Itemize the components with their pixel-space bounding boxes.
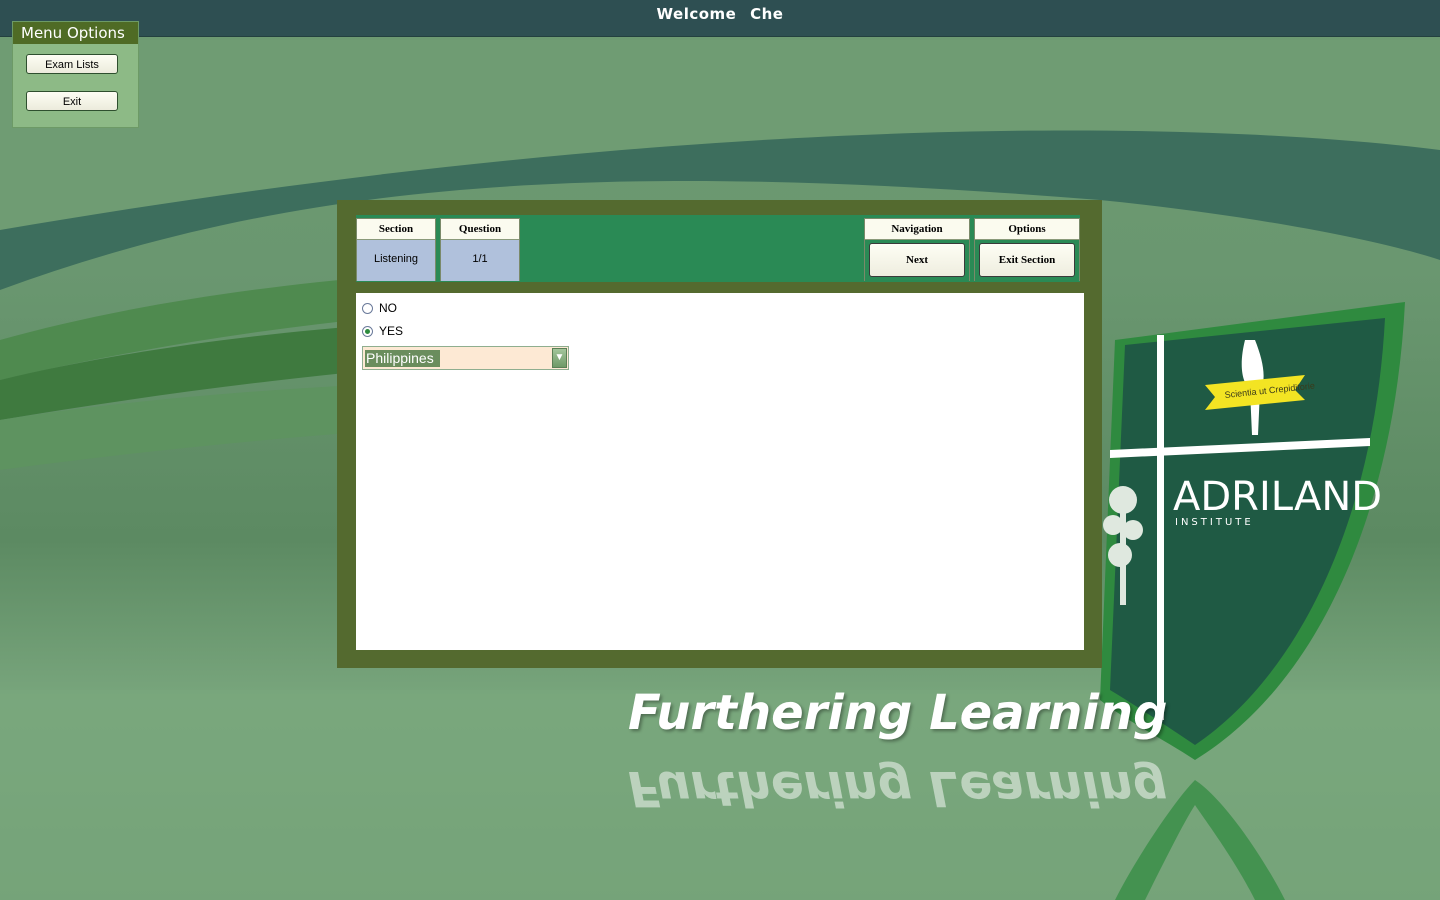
radio-yes[interactable] [362,325,373,337]
dropdown-selected-value: Philippines [365,350,440,367]
next-button[interactable]: Next [869,243,965,277]
answer-option-yes-label: YES [379,324,404,338]
navigation-label: Navigation [865,219,969,240]
exam-lists-button[interactable]: Exam Lists [26,54,118,74]
options-label: Options [975,219,1079,240]
exit-section-button[interactable]: Exit Section [979,243,1075,277]
top-bar: Welcome Che [0,0,1440,37]
logo-name: ADRILAND [1173,474,1382,520]
country-dropdown[interactable]: Philippines ▼ [362,346,569,370]
section-box: Section Listening [356,218,436,281]
question-box: Question 1/1 [440,218,520,281]
section-value: Listening [357,240,435,281]
radio-no[interactable] [362,302,373,314]
logo-sub: INSTITUTE [1175,517,1254,528]
answer-area: NO YES Philippines ▼ [356,293,1084,650]
answer-option-no[interactable]: NO [362,301,397,315]
exit-button[interactable]: Exit [26,91,118,111]
menu-title: Menu Options [13,22,138,44]
question-label: Question [441,219,519,240]
answer-option-yes[interactable]: YES [362,324,403,338]
menu-options-panel: Menu Options Exam Lists Exit [12,21,139,128]
welcome-label: Welcome [656,5,737,23]
user-name: Che [750,5,784,23]
answer-option-no-label: NO [379,301,397,315]
welcome-text: Welcome Che [0,5,1440,23]
chevron-down-icon[interactable]: ▼ [552,348,567,368]
section-label: Section [357,219,435,240]
question-value: 1/1 [441,240,519,281]
tagline: Furthering Learning [628,685,1168,741]
navigation-box: Navigation Next [864,218,970,281]
tagline-reflection: Furthering Learning [628,760,1168,816]
options-box: Options Exit Section [974,218,1080,281]
